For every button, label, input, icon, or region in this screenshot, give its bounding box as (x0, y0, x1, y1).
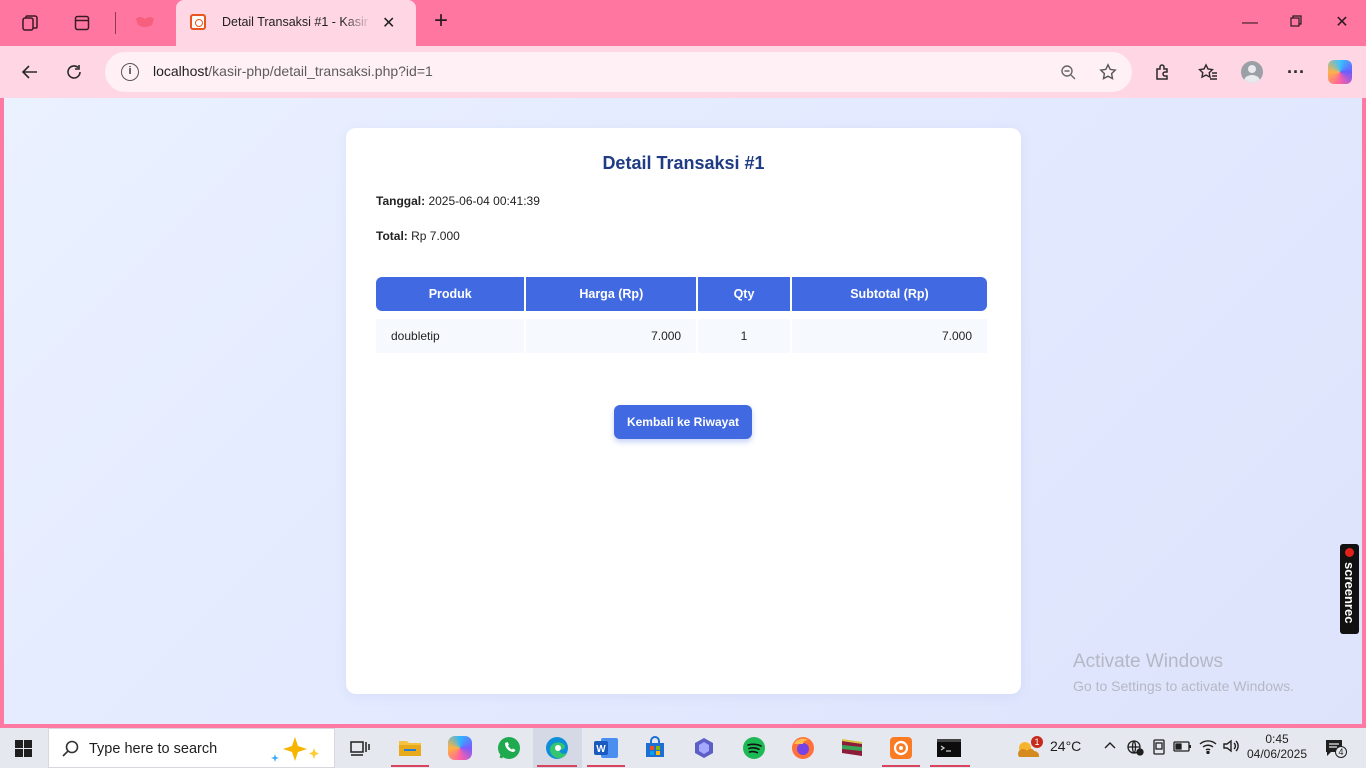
battery-icon[interactable] (1173, 738, 1193, 757)
tab-close-icon[interactable]: ✕ (382, 13, 395, 33)
network-globe-icon[interactable] (1126, 738, 1144, 759)
back-to-history-button[interactable]: Kembali ke Riwayat (614, 405, 752, 439)
clock-date: 04/06/2025 (1246, 747, 1308, 761)
word-running-indicator (587, 765, 625, 767)
copilot-app-logo (448, 736, 472, 760)
weather-badge: 1 (1031, 736, 1043, 748)
table-header-row: Produk Harga (Rp) Qty Subtotal (Rp) (376, 277, 987, 311)
tanggal-line: Tanggal: 2025-06-04 00:41:39 (376, 194, 540, 208)
notification-count: 4 (1335, 746, 1347, 758)
close-window-icon[interactable]: ✕ (1330, 11, 1354, 35)
activate-subtitle: Go to Settings to activate Windows. (1073, 678, 1294, 694)
back-icon[interactable] (18, 60, 42, 84)
wifi-icon[interactable] (1199, 738, 1217, 757)
url-text[interactable]: localhost/kasir-php/detail_transaksi.php… (153, 63, 433, 79)
page-title: Detail Transaksi #1 (602, 153, 765, 173)
tab-title: Detail Transaksi #1 - Kasir PHP (222, 15, 372, 29)
activate-title: Activate Windows (1073, 651, 1223, 672)
copilot-m365-icon[interactable] (690, 734, 718, 762)
edge-running-indicator (537, 765, 577, 767)
tab-divider (115, 12, 116, 34)
browser-tab-strip: Detail Transaksi #1 - Kasir PHP ✕ + — ✕ (0, 0, 1366, 46)
taskbar-search[interactable]: Type here to search (48, 728, 335, 768)
browser-toolbar: i localhost/kasir-php/detail_transaksi.p… (0, 46, 1366, 98)
tab-inactive[interactable] (134, 13, 156, 33)
total-value: Rp 7.000 (411, 229, 460, 243)
tanggal-label: Tanggal: (376, 194, 426, 208)
workspaces-icon[interactable] (18, 11, 42, 35)
xampp-favicon-icon (190, 14, 206, 30)
screenrec-widget[interactable]: screenrec (1340, 544, 1359, 634)
url-host: localhost (153, 63, 209, 79)
cell-harga: 7.000 (526, 319, 697, 353)
avatar (1241, 61, 1263, 83)
url-path: /kasir-php/detail_transaksi.php?id=1 (208, 63, 433, 79)
copilot-logo (1328, 60, 1352, 84)
cell-qty: 1 (698, 319, 790, 353)
more-options-icon[interactable]: ··· (1284, 60, 1308, 84)
new-tab-icon[interactable]: + (434, 9, 448, 33)
task-view-icon[interactable] (346, 734, 374, 762)
favorite-star-icon[interactable] (1098, 62, 1118, 82)
copilot-app-icon[interactable] (446, 734, 474, 762)
windows-taskbar: Type here to search W 1 24°C 0:45 04/06/… (0, 728, 1366, 768)
total-line: Total: Rp 7.000 (376, 229, 460, 243)
tab-actions-icon[interactable] (70, 11, 94, 35)
header-subtotal: Subtotal (Rp) (791, 277, 987, 311)
record-dot-icon (1345, 548, 1354, 557)
reload-icon[interactable] (62, 60, 86, 84)
firefox-icon[interactable] (789, 734, 817, 762)
start-button[interactable] (15, 740, 32, 757)
word-icon[interactable]: W (592, 734, 620, 762)
tanggal-value: 2025-06-04 00:41:39 (428, 194, 540, 208)
cell-subtotal: 7.000 (791, 319, 987, 353)
minimize-icon[interactable]: — (1238, 11, 1262, 35)
notification-center-icon[interactable]: 4 (1324, 738, 1347, 758)
show-hidden-icons-icon[interactable] (1103, 738, 1117, 755)
edge-browser-icon[interactable] (543, 734, 571, 762)
tab-active[interactable]: Detail Transaksi #1 - Kasir PHP ✕ (176, 0, 416, 46)
taskbar-clock[interactable]: 0:45 04/06/2025 (1246, 732, 1308, 762)
header-qty: Qty (698, 277, 790, 311)
file-explorer-icon[interactable] (396, 734, 424, 762)
zoom-out-icon[interactable] (1058, 62, 1078, 82)
restore-icon[interactable] (1284, 11, 1308, 35)
profile-avatar[interactable] (1240, 60, 1264, 84)
explorer-running-indicator (391, 765, 429, 767)
favorites-icon[interactable] (1196, 60, 1220, 84)
header-harga: Harga (Rp) (526, 277, 697, 311)
search-icon (62, 740, 79, 757)
cell-produk: doubletip (376, 319, 525, 353)
activate-windows-watermark: Activate Windows Go to Settings to activ… (1073, 651, 1294, 694)
xampp-icon[interactable] (887, 734, 915, 762)
clock-time: 0:45 (1265, 732, 1289, 746)
extensions-icon[interactable] (1151, 60, 1175, 84)
site-info-icon[interactable]: i (121, 63, 139, 81)
svg-text:W: W (596, 744, 606, 755)
detail-table: Produk Harga (Rp) Qty Subtotal (Rp) doub… (374, 269, 989, 361)
copilot-icon[interactable] (1328, 60, 1352, 84)
table-row: doubletip 7.000 1 7.000 (376, 319, 987, 353)
volume-icon[interactable] (1222, 738, 1240, 757)
header-produk: Produk (376, 277, 525, 311)
screenrec-label: screenrec (1342, 562, 1357, 624)
spotify-icon[interactable] (740, 734, 768, 762)
terminal-icon[interactable] (935, 734, 963, 762)
search-placeholder: Type here to search (89, 741, 218, 757)
weather-temp[interactable]: 24°C (1050, 738, 1081, 754)
page-viewport: Detail Transaksi #1 Tanggal: 2025-06-04 … (4, 98, 1362, 724)
detail-card: Detail Transaksi #1 Tanggal: 2025-06-04 … (346, 128, 1021, 694)
address-bar[interactable]: i localhost/kasir-php/detail_transaksi.p… (105, 52, 1132, 92)
search-highlight-icon (271, 737, 319, 762)
whatsapp-icon[interactable] (495, 734, 523, 762)
winrar-icon[interactable] (838, 734, 866, 762)
xampp-running-indicator (882, 765, 920, 767)
microsoft-store-icon[interactable] (641, 734, 669, 762)
terminal-running-indicator (930, 765, 970, 767)
device-icon[interactable] (1151, 738, 1167, 759)
total-label: Total: (376, 229, 408, 243)
